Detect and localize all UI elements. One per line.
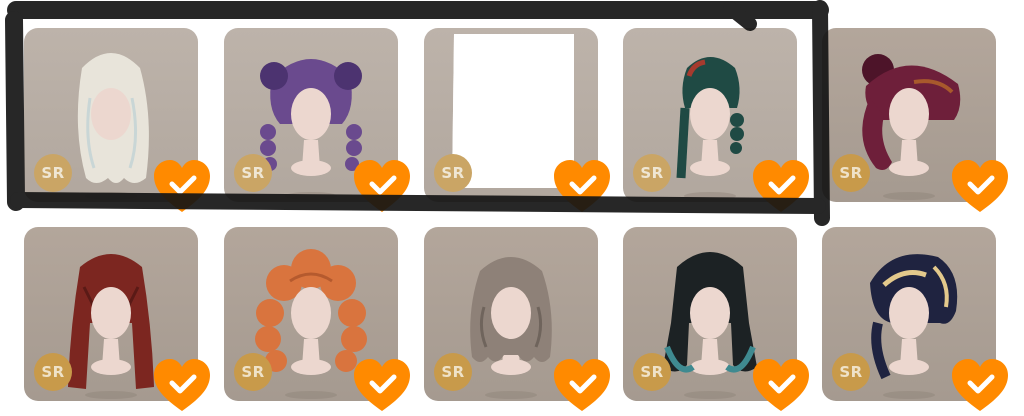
rarity-badge: SR [832, 154, 870, 192]
favorite-heart-icon[interactable] [352, 158, 412, 214]
hair-item-card[interactable]: SR [424, 28, 610, 212]
favorite-heart-icon[interactable] [751, 158, 811, 214]
hair-item-grid: SR SR SR SR SR SR SR SR SR SR [0, 0, 1024, 416]
rarity-badge: SR [633, 353, 671, 391]
hair-item-card[interactable]: SR [424, 227, 610, 411]
rarity-badge: SR [434, 353, 472, 391]
favorite-heart-icon[interactable] [950, 357, 1010, 413]
favorite-heart-icon[interactable] [552, 357, 612, 413]
favorite-heart-icon[interactable] [751, 357, 811, 413]
hair-item-card[interactable]: SR [24, 28, 210, 212]
hair-item-card[interactable]: SR [224, 28, 410, 212]
hair-item-card[interactable]: SR [24, 227, 210, 411]
favorite-heart-icon[interactable] [552, 158, 612, 214]
hair-item-card[interactable]: SR [623, 28, 809, 212]
rarity-badge: SR [832, 353, 870, 391]
favorite-heart-icon[interactable] [950, 158, 1010, 214]
rarity-badge: SR [234, 353, 272, 391]
favorite-heart-icon[interactable] [152, 158, 212, 214]
rarity-badge: SR [633, 154, 671, 192]
rarity-badge: SR [234, 154, 272, 192]
favorite-heart-icon[interactable] [152, 357, 212, 413]
favorite-heart-icon[interactable] [352, 357, 412, 413]
rarity-badge: SR [434, 154, 472, 192]
rarity-badge: SR [34, 353, 72, 391]
hair-item-card[interactable]: SR [224, 227, 410, 411]
rarity-badge: SR [34, 154, 72, 192]
hair-item-card[interactable]: SR [822, 227, 1008, 411]
hair-item-card[interactable]: SR [822, 28, 1008, 212]
hair-item-card[interactable]: SR [623, 227, 809, 411]
